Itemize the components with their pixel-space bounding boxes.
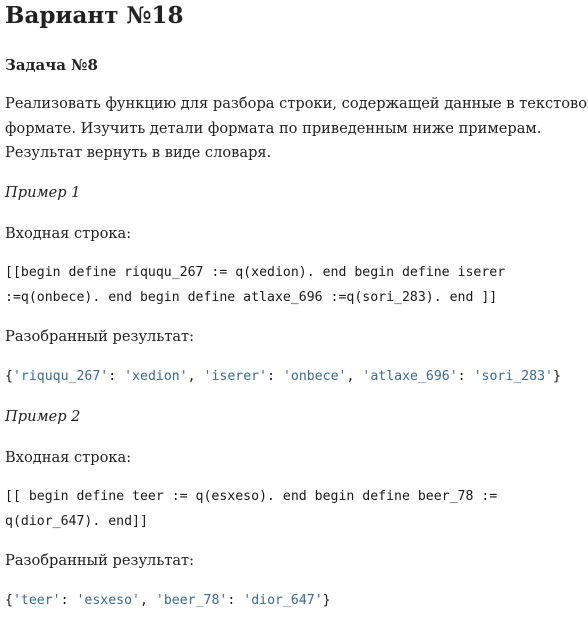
dict-colon: :	[457, 369, 474, 384]
dict-value: 'xedion'	[124, 369, 188, 384]
example-2-result-dict: {'teer': 'esxeso', 'beer_78': 'dior_647'…	[5, 588, 331, 613]
code-line: [[ begin define teer := q(esxeso). end b…	[5, 489, 498, 504]
description-line: Результат вернуть в виде словаря.	[5, 144, 272, 161]
dict-close-brace: }	[322, 593, 331, 608]
dict-value: 'onbece'	[282, 369, 347, 384]
dict-colon: :	[267, 369, 283, 384]
task-description: Реализовать функцию для разбора строки, …	[5, 92, 588, 166]
dict-comma: ,	[187, 369, 204, 384]
dict-comma: ,	[346, 369, 363, 384]
dict-close-brace: }	[552, 369, 561, 384]
example-1-result-label: Разобранный результат:	[5, 328, 195, 345]
dict-key: 'beer_78'	[155, 593, 228, 608]
example-1-input-label: Входная строка:	[5, 225, 132, 242]
dict-comma: ,	[140, 593, 156, 608]
dict-open-brace: {	[5, 369, 13, 384]
code-line: q(dior_647). end]]	[5, 514, 148, 529]
example-1-title: Пример 1	[5, 184, 81, 201]
dict-key: 'atlaxe_696'	[362, 369, 458, 384]
dict-value: 'dior_647'	[243, 593, 323, 608]
dict-key: 'teer'	[12, 593, 61, 608]
example-1-input-code: [[begin define riququ_267 := q(xedion). …	[5, 260, 505, 310]
dict-key: 'riququ_267'	[12, 369, 109, 384]
task-title: Задача №8	[5, 56, 98, 74]
example-2-title: Пример 2	[5, 408, 81, 425]
description-line: Реализовать функцию для разбора строки, …	[5, 95, 588, 112]
example-2-input-label: Входная строка:	[5, 449, 132, 466]
description-line: формате. Изучить детали формата по приве…	[5, 119, 542, 137]
dict-colon: :	[60, 593, 77, 608]
dict-key: 'iserer'	[203, 369, 268, 384]
page-title: Вариант №18	[5, 2, 184, 29]
dict-colon: :	[227, 593, 244, 608]
dict-value: 'sori_283'	[473, 369, 553, 384]
example-1-result-dict: {'riququ_267': 'xedion', 'iserer': 'onbe…	[5, 364, 561, 389]
dict-colon: :	[108, 369, 125, 384]
code-line: :=q(onbece). end begin define atlaxe_696…	[5, 290, 498, 305]
example-2-input-code: [[ begin define teer := q(esxeso). end b…	[5, 484, 497, 534]
example-2-result-label: Разобранный результат:	[5, 552, 195, 569]
dict-open-brace: {	[5, 593, 13, 608]
code-line: [[begin define riququ_267 := q(xedion). …	[5, 265, 506, 280]
dict-value: 'esxeso'	[76, 593, 141, 608]
